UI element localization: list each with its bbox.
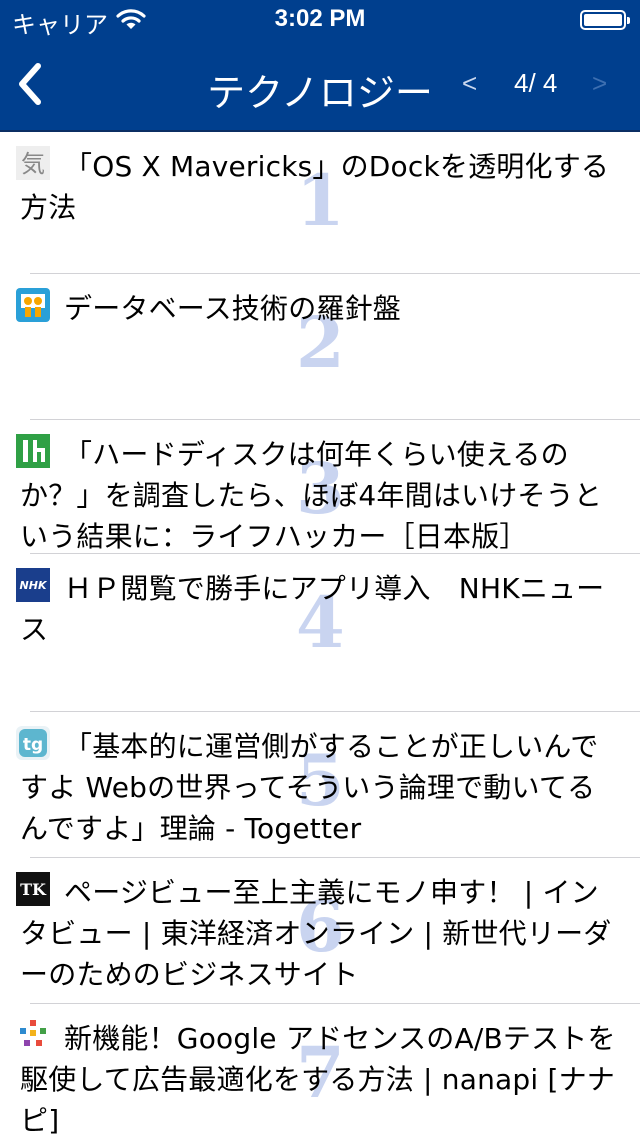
navigation-header: キャリア 3:02 PM テクノロジー < 4/ 4 > [0, 0, 640, 132]
article-row[interactable]: 7 新機能！Google アドセンスのA/Bテストを駆使して広告最適化をする方法… [0, 1004, 640, 1145]
previous-page-button[interactable]: < [462, 68, 477, 99]
article-row[interactable]: 1 気 「OS X Mavericks」のDockを透明化する方法 [0, 132, 640, 274]
battery-icon [580, 10, 630, 30]
status-bar: キャリア 3:02 PM [0, 0, 640, 40]
article-title: 「ハードディスクは何年くらい使えるのか？」を調査したら、ほぼ4年間はいけそうとい… [20, 438, 603, 553]
article-row[interactable]: 6 TK ページビュー至上主義にモノ申す！ | インタビュー | 東洋経済オンラ… [0, 858, 640, 1004]
article-title: 「基本的に運営側がすることが正しいんですよ Webの世界ってそういう論理で動いて… [20, 730, 599, 845]
article-title: 「OS X Mavericks」のDockを透明化する方法 [20, 150, 610, 224]
clock: 3:02 PM [274, 5, 366, 32]
article-title: 新機能！Google アドセンスのA/Bテストを駆使して広告最適化をする方法 |… [20, 1022, 616, 1137]
article-row[interactable]: 2 データベース技術の羅針盤 [0, 274, 640, 420]
nav-bar: テクノロジー < 4/ 4 > [0, 40, 640, 130]
article-list: 1 気 「OS X Mavericks」のDockを透明化する方法 2 データベ… [0, 132, 640, 1145]
next-page-button[interactable]: > [592, 68, 607, 99]
article-title: ページビュー至上主義にモノ申す！ | インタビュー | 東洋経済オンライン | … [20, 876, 612, 991]
back-chevron-icon[interactable] [14, 62, 46, 106]
page-indicator: 4/ 4 [514, 68, 558, 98]
article-row[interactable]: 3 「ハードディスクは何年くらい使えるのか？」を調査したら、ほぼ4年間はいけそう… [0, 420, 640, 554]
article-row[interactable]: 4 NHK ＨＰ閲覧で勝手にアプリ導入 NHKニュース [0, 554, 640, 712]
article-row[interactable]: 5 tg 「基本的に運営側がすることが正しいんですよ Webの世界ってそういう論… [0, 712, 640, 858]
article-title: ＨＰ閲覧で勝手にアプリ導入 NHKニュース [20, 572, 605, 646]
article-title: データベース技術の羅針盤 [64, 292, 402, 325]
